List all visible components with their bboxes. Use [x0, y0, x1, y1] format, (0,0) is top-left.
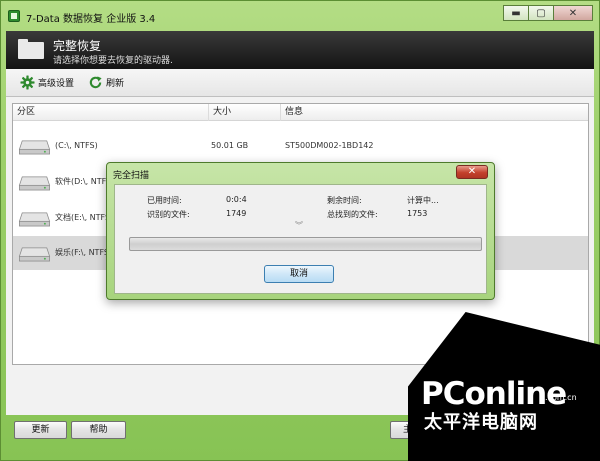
- minimize-button[interactable]: ▬: [503, 5, 529, 21]
- advanced-settings-button[interactable]: 高级设置: [20, 75, 74, 90]
- title-bar[interactable]: 7-Data 数据恢复 企业版 3.4 ▬ ▢ ✕: [1, 1, 599, 31]
- maximize-button[interactable]: ▢: [528, 5, 554, 21]
- watermark-domain: .com.cn: [545, 393, 577, 402]
- hard-drive-icon: [18, 247, 51, 262]
- elapsed-value: 0:0:4: [226, 195, 247, 204]
- toolbar: 高级设置 刷新: [6, 69, 594, 97]
- full-scan-dialog: 完全扫描 ✕ 已用时间: 0:0:4 剩余时间: 计算中... 识别的文件: 1…: [106, 162, 495, 300]
- refresh-label: 刷新: [106, 79, 125, 89]
- dialog-body: 已用时间: 0:0:4 剩余时间: 计算中... 识别的文件: 1749 总找到…: [114, 184, 487, 294]
- header-banner: 完整恢复 请选择你想要去恢复的驱动器.: [6, 31, 594, 69]
- found-files-value: 1753: [407, 209, 428, 218]
- row-size: 50.01 GB: [211, 141, 249, 150]
- column-info[interactable]: 信息: [281, 104, 588, 121]
- row-info: ST500DM002-1BD142: [285, 141, 374, 150]
- scan-progress-bar: [129, 237, 482, 251]
- cancel-button[interactable]: 取消: [264, 265, 334, 283]
- folder-icon: [18, 39, 44, 59]
- found-files-label: 总找到的文件:: [327, 210, 378, 219]
- identified-files-value: 1749: [226, 209, 247, 218]
- header-title: 完整恢复: [53, 39, 102, 53]
- refresh-icon: [89, 76, 102, 89]
- dialog-close-button[interactable]: ✕: [456, 165, 488, 179]
- advanced-settings-label: 高级设置: [38, 79, 75, 89]
- list-header: 分区 大小 信息: [13, 104, 588, 121]
- window-controls: ▬ ▢ ✕: [503, 5, 593, 21]
- column-partition[interactable]: 分区: [13, 104, 209, 121]
- app-icon: [8, 10, 20, 22]
- remaining-label: 剩余时间:: [327, 196, 362, 205]
- column-size[interactable]: 大小: [209, 104, 281, 121]
- update-button[interactable]: 更新: [14, 421, 67, 439]
- window-title: 7-Data 数据恢复 企业版 3.4: [26, 14, 156, 25]
- row-name: (C:\, NTFS): [55, 141, 98, 150]
- refresh-button[interactable]: 刷新: [88, 75, 124, 90]
- hard-drive-icon: [18, 140, 51, 155]
- dialog-title: 完全扫描: [113, 171, 150, 181]
- table-row[interactable]: (C:\, NTFS) 50.01 GB ST500DM002-1BD142: [13, 129, 588, 163]
- expand-chevron-icon[interactable]: ︾: [295, 220, 303, 231]
- hard-drive-icon: [18, 176, 51, 191]
- identified-files-label: 识别的文件:: [147, 210, 190, 219]
- gear-icon: [20, 75, 35, 90]
- help-button[interactable]: 帮助: [71, 421, 126, 439]
- header-subtitle: 请选择你想要去恢复的驱动器.: [53, 56, 173, 66]
- remaining-value: 计算中...: [407, 196, 439, 205]
- hard-drive-icon: [18, 212, 51, 227]
- elapsed-label: 已用时间:: [147, 196, 182, 205]
- close-button[interactable]: ✕: [553, 5, 593, 21]
- watermark-subtitle: 太平洋电脑网: [424, 412, 538, 433]
